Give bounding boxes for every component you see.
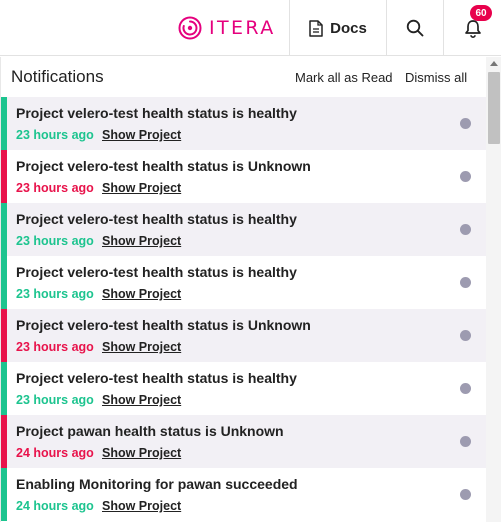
unread-dot-icon[interactable] (460, 118, 471, 129)
unread-dot-icon[interactable] (460, 171, 471, 182)
notification-time: 24 hours ago (16, 499, 94, 513)
scroll-up-arrow-icon[interactable] (490, 61, 498, 66)
unread-dot-icon[interactable] (460, 489, 471, 500)
itera-logo[interactable]: ITERA (178, 14, 276, 42)
dismiss-all-button[interactable]: Dismiss all (405, 70, 467, 85)
show-project-link[interactable]: Show Project (102, 393, 181, 407)
status-accent-bar (1, 309, 7, 362)
notification-title: Project velero-test health status is hea… (16, 105, 297, 121)
notification-item[interactable]: Enabling Monitoring for pawan succeeded 2… (1, 468, 486, 521)
search-icon (406, 19, 424, 37)
top-bar: ITERA Docs 60 (0, 0, 501, 56)
mark-all-read-button[interactable]: Mark all as Read (295, 70, 393, 85)
show-project-link[interactable]: Show Project (102, 499, 181, 513)
status-accent-bar (1, 468, 7, 521)
notification-time: 23 hours ago (16, 340, 94, 354)
notification-title: Project velero-test health status is Unk… (16, 317, 311, 333)
status-accent-bar (1, 97, 7, 150)
show-project-link[interactable]: Show Project (102, 234, 181, 248)
notification-title: Project pawan health status is Unknown (16, 423, 284, 439)
notification-title: Enabling Monitoring for pawan succeeded (16, 476, 298, 492)
unread-dot-icon[interactable] (460, 436, 471, 447)
notification-title: Project velero-test health status is hea… (16, 370, 297, 386)
notification-count-badge: 60 (470, 5, 492, 21)
status-accent-bar (1, 256, 7, 309)
notification-title: Project velero-test health status is hea… (16, 211, 297, 227)
brand-name: ITERA (209, 17, 276, 39)
notification-item[interactable]: Project velero-test health status is Unk… (1, 150, 486, 203)
show-project-link[interactable]: Show Project (102, 446, 181, 460)
status-accent-bar (1, 362, 7, 415)
notification-time: 23 hours ago (16, 393, 94, 407)
docs-label: Docs (330, 19, 367, 37)
notification-item[interactable]: Project velero-test health status is hea… (1, 256, 486, 309)
status-accent-bar (1, 150, 7, 203)
unread-dot-icon[interactable] (460, 277, 471, 288)
notification-title: Project velero-test health status is hea… (16, 264, 297, 280)
show-project-link[interactable]: Show Project (102, 181, 181, 195)
notification-time: 23 hours ago (16, 287, 94, 301)
unread-dot-icon[interactable] (460, 383, 471, 394)
notification-item[interactable]: Project velero-test health status is hea… (1, 97, 486, 150)
scrollbar[interactable] (486, 57, 501, 522)
panel-header: Notifications Mark all as Read Dismiss a… (1, 57, 501, 97)
unread-dot-icon[interactable] (460, 224, 471, 235)
notification-time: 24 hours ago (16, 446, 94, 460)
notification-item[interactable]: Project velero-test health status is hea… (1, 362, 486, 415)
scroll-thumb[interactable] (488, 72, 500, 144)
unread-dot-icon[interactable] (460, 330, 471, 341)
notification-item[interactable]: Project velero-test health status is hea… (1, 203, 486, 256)
itera-logo-icon (178, 16, 202, 40)
document-icon (309, 19, 323, 37)
notifications-panel: Notifications Mark all as Read Dismiss a… (0, 57, 501, 522)
notification-item[interactable]: Project velero-test health status is Unk… (1, 309, 486, 362)
show-project-link[interactable]: Show Project (102, 128, 181, 142)
show-project-link[interactable]: Show Project (102, 287, 181, 301)
panel-title: Notifications (11, 67, 104, 86)
status-accent-bar (1, 415, 7, 468)
notification-list: Project velero-test health status is hea… (1, 97, 486, 521)
notification-title: Project velero-test health status is Unk… (16, 158, 311, 174)
notification-time: 23 hours ago (16, 234, 94, 248)
bell-icon (464, 19, 481, 38)
notification-time: 23 hours ago (16, 181, 94, 195)
notification-time: 23 hours ago (16, 128, 94, 142)
notification-item[interactable]: Project pawan health status is Unknown 24… (1, 415, 486, 468)
status-accent-bar (1, 203, 7, 256)
search-button[interactable] (387, 0, 443, 56)
docs-button[interactable]: Docs (290, 0, 386, 56)
show-project-link[interactable]: Show Project (102, 340, 181, 354)
